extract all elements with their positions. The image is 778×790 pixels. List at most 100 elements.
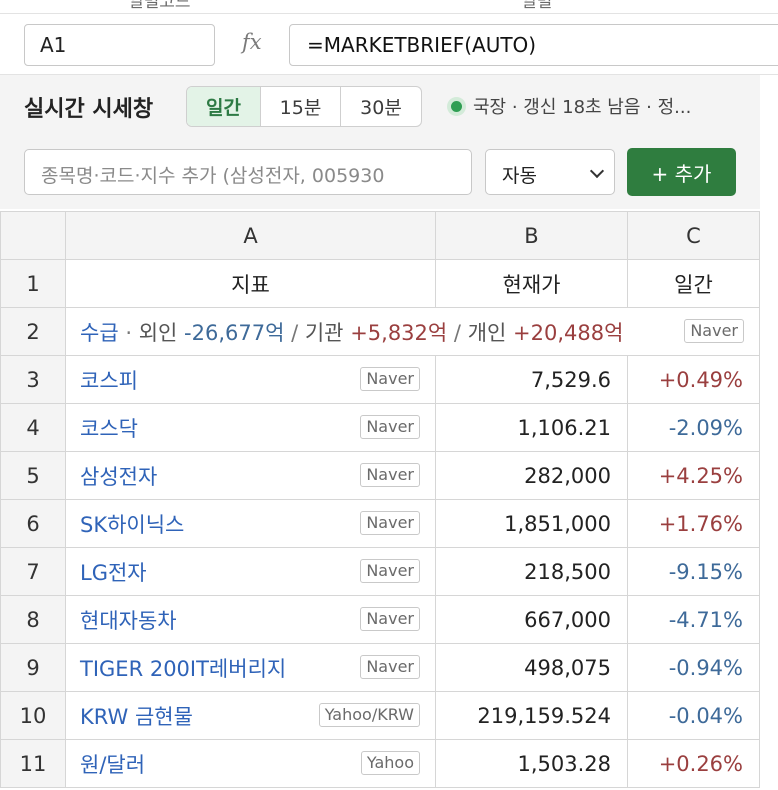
source-badge: Naver — [360, 463, 420, 487]
source-select[interactable]: 자동 — [485, 149, 615, 195]
table-header-row: 1 지표 현재가 일간 — [0, 259, 760, 308]
table-row: 10 KRW 금현물 Yahoo/KRW 219,159.524 -0.04% — [0, 691, 760, 740]
individual-label: 개인 — [467, 320, 507, 345]
indicator-cell[interactable]: 현대자동차 Naver — [65, 595, 436, 644]
change-cell[interactable]: +4.25% — [627, 451, 760, 500]
source-badge: Naver — [360, 655, 420, 679]
header-cell-price[interactable]: 현재가 — [435, 259, 628, 308]
row-header[interactable]: 1 — [0, 259, 66, 308]
institution-value: +5,832억 — [350, 320, 448, 345]
source-badge: Naver — [360, 511, 420, 535]
row-header[interactable]: 9 — [0, 643, 66, 692]
formula-input[interactable]: =MARKETBRIEF(AUTO) — [289, 24, 778, 66]
foreign-value: -26,677억 — [184, 320, 285, 345]
source-badge: Naver — [360, 415, 420, 439]
indicator-name: 코스피 — [80, 368, 138, 393]
indicator-cell[interactable]: 코스닥 Naver — [65, 403, 436, 452]
row-header[interactable]: 5 — [0, 451, 66, 500]
column-label-strip: 일별코드 일별 — [0, 0, 778, 14]
indicator-cell[interactable]: TIGER 200IT레버리지 Naver — [65, 643, 436, 692]
range-segmented-control: 일간 15분 30분 — [186, 86, 422, 127]
add-button[interactable]: + 추가 — [627, 148, 736, 196]
indicator-cell[interactable]: KRW 금현물 Yahoo/KRW — [65, 691, 436, 740]
source-badge: Naver — [360, 367, 420, 391]
price-cell[interactable]: 219,159.524 — [435, 691, 628, 740]
change-cell[interactable]: +1.76% — [627, 499, 760, 548]
flow-row: 2 수급 · 외인 -26,677억 / 기관 +5,832억 / 개인 +20… — [0, 307, 760, 356]
header-cell-daily[interactable]: 일간 — [627, 259, 760, 308]
row-header[interactable]: 2 — [0, 307, 66, 356]
table-row: 11 원/달러 Yahoo 1,503.28 +0.26% — [0, 739, 760, 788]
change-cell[interactable]: -2.09% — [627, 403, 760, 452]
indicator-name: TIGER 200IT레버리지 — [80, 656, 287, 681]
chevron-down-icon — [589, 163, 605, 179]
header-cell-indicator[interactable]: 지표 — [65, 259, 436, 308]
symbol-search-input[interactable]: 종목명·코드·지수 추가 (삼성전자, 005930 — [24, 149, 472, 195]
row-header[interactable]: 6 — [0, 499, 66, 548]
institution-label: 기관 — [304, 320, 344, 345]
change-cell[interactable]: +0.49% — [627, 355, 760, 404]
price-cell[interactable]: 218,500 — [435, 547, 628, 596]
indicator-name: 원/달러 — [80, 752, 146, 777]
spreadsheet-grid: A B C 1 지표 현재가 일간 2 수급 · 외인 -26,677억 / 기… — [0, 211, 760, 788]
name-box[interactable]: A1 — [24, 24, 215, 66]
indicator-name: 현대자동차 — [80, 608, 177, 633]
table-row: 8 현대자동차 Naver 667,000 -4.71% — [0, 595, 760, 644]
change-cell[interactable]: +0.26% — [627, 739, 760, 788]
change-cell[interactable]: -9.15% — [627, 547, 760, 596]
row-header[interactable]: 4 — [0, 403, 66, 452]
table-row: 9 TIGER 200IT레버리지 Naver 498,075 -0.94% — [0, 643, 760, 692]
indicator-cell[interactable]: LG전자 Naver — [65, 547, 436, 596]
indicator-cell[interactable]: 삼성전자 Naver — [65, 451, 436, 500]
price-cell[interactable]: 7,529.6 — [435, 355, 628, 404]
table-row: 5 삼성전자 Naver 282,000 +4.25% — [0, 451, 760, 500]
fx-icon: fx — [242, 30, 262, 54]
source-select-value: 자동 — [502, 165, 537, 187]
change-cell[interactable]: -0.94% — [627, 643, 760, 692]
indicator-name: SK하이닉스 — [80, 512, 185, 537]
table-row: 6 SK하이닉스 Naver 1,851,000 +1.76% — [0, 499, 760, 548]
price-cell[interactable]: 1,851,000 — [435, 499, 628, 548]
source-badge: Naver — [360, 607, 420, 631]
range-tab-daily[interactable]: 일간 — [187, 87, 261, 126]
change-cell[interactable]: -4.71% — [627, 595, 760, 644]
status-text: 국장 · 갱신 18초 남음 · 정... — [473, 97, 692, 118]
column-header-c[interactable]: C — [627, 211, 760, 260]
market-panel: 실시간 시세창 일간 15분 30분 국장 · 갱신 18초 남음 · 정...… — [0, 75, 760, 209]
indicator-cell[interactable]: 코스피 Naver — [65, 355, 436, 404]
price-cell[interactable]: 667,000 — [435, 595, 628, 644]
indicator-cell[interactable]: SK하이닉스 Naver — [65, 499, 436, 548]
column-header-row: A B C — [0, 211, 760, 260]
source-badge: Yahoo — [360, 751, 420, 775]
source-badge: Yahoo/KRW — [318, 703, 420, 727]
range-tab-30min[interactable]: 30분 — [341, 87, 421, 126]
price-cell[interactable]: 498,075 — [435, 643, 628, 692]
indicator-cell[interactable]: 원/달러 Yahoo — [65, 739, 436, 788]
row-header[interactable]: 8 — [0, 595, 66, 644]
indicator-name: 코스닥 — [80, 416, 138, 441]
indicator-name: LG전자 — [80, 560, 147, 585]
indicator-name: 삼성전자 — [80, 464, 158, 489]
column-header-b[interactable]: B — [435, 211, 628, 260]
table-row: 3 코스피 Naver 7,529.6 +0.49% — [0, 355, 760, 404]
corner-cell[interactable] — [0, 211, 66, 260]
table-row: 4 코스닥 Naver 1,106.21 -2.09% — [0, 403, 760, 452]
flow-label: 수급 — [80, 320, 119, 345]
price-cell[interactable]: 1,503.28 — [435, 739, 628, 788]
price-cell[interactable]: 282,000 — [435, 451, 628, 500]
live-status-dot-icon — [447, 96, 466, 116]
table-row: 7 LG전자 Naver 218,500 -9.15% — [0, 547, 760, 596]
indicator-name: KRW 금현물 — [80, 704, 193, 729]
row-header[interactable]: 3 — [0, 355, 66, 404]
individual-value: +20,488억 — [513, 320, 624, 345]
range-tab-15min[interactable]: 15분 — [261, 87, 341, 126]
source-badge: Naver — [360, 559, 420, 583]
change-cell[interactable]: -0.04% — [627, 691, 760, 740]
column-header-a[interactable]: A — [65, 211, 436, 260]
price-cell[interactable]: 1,106.21 — [435, 403, 628, 452]
panel-title: 실시간 시세창 — [24, 97, 154, 122]
row-header[interactable]: 11 — [0, 739, 66, 788]
investor-flow-cell[interactable]: 수급 · 외인 -26,677억 / 기관 +5,832억 / 개인 +20,4… — [65, 307, 760, 356]
row-header[interactable]: 10 — [0, 691, 66, 740]
row-header[interactable]: 7 — [0, 547, 66, 596]
